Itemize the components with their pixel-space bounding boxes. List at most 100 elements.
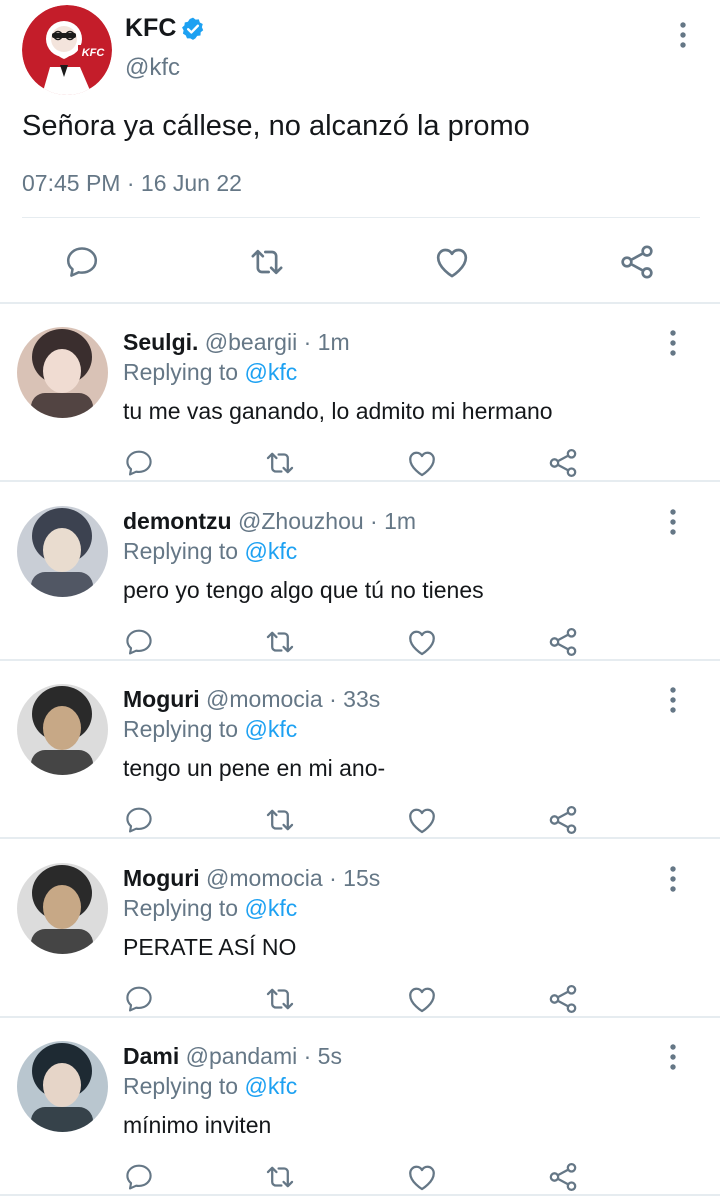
share-icon[interactable] (617, 240, 657, 284)
divider (22, 217, 700, 218)
avatar-photo (17, 505, 108, 597)
reply-text: PERATE ASÍ NO (123, 933, 297, 960)
replying-to-line: Replying to @kfc (123, 538, 297, 565)
reply-tweet[interactable]: Moguri @momocia · 33s Replying to @kfc t… (0, 661, 720, 839)
replying-to-label: Replying to (123, 716, 239, 742)
reply-author-name[interactable]: demontzu (123, 508, 232, 534)
replying-to-mention[interactable]: @kfc (244, 895, 297, 921)
more-options-icon[interactable] (660, 685, 686, 715)
reply-header: Dami @pandami · 5s (123, 1043, 342, 1070)
reply-time: 1m (317, 329, 350, 355)
avatar[interactable] (17, 327, 108, 418)
avatar[interactable] (17, 1041, 108, 1132)
reply-icon[interactable] (122, 982, 156, 1016)
retweet-icon[interactable] (263, 625, 297, 659)
reply-time: 15s (343, 864, 381, 891)
share-icon[interactable] (546, 803, 580, 837)
reply-author-name[interactable]: Seulgi. (123, 329, 198, 355)
reply-text: tengo un pene en mi ano- (123, 755, 386, 781)
more-options-icon[interactable] (660, 507, 686, 537)
meta-separator: · (303, 1043, 312, 1069)
kfc-logo-icon: KFC (22, 5, 112, 95)
more-options-icon[interactable] (660, 864, 686, 894)
replying-to-label: Replying to (123, 537, 239, 564)
retweet-icon[interactable] (263, 446, 297, 480)
meta-separator: · (329, 686, 337, 712)
meta-separator: · (126, 170, 135, 196)
reply-tweet[interactable]: Seulgi. @beargii · 1m Replying to @kfc t… (0, 304, 720, 482)
more-options-icon[interactable] (660, 1042, 686, 1072)
share-icon[interactable] (546, 446, 580, 480)
reply-author-handle[interactable]: @pandami (186, 1043, 298, 1069)
reply-icon[interactable] (122, 1160, 156, 1194)
replying-to-label: Replying to (123, 359, 239, 385)
reply-author-name[interactable]: Moguri (123, 686, 200, 712)
divider (0, 1194, 720, 1196)
retweet-icon[interactable] (247, 240, 287, 284)
retweet-icon[interactable] (263, 982, 297, 1016)
replying-to-mention[interactable]: @kfc (244, 1073, 297, 1099)
reply-author-handle[interactable]: @momocia (206, 686, 323, 712)
tweet-text: Señora ya cállese, no alcanzó la promo (22, 110, 530, 142)
retweet-icon[interactable] (263, 803, 297, 837)
reply-icon[interactable] (122, 625, 156, 659)
meta-separator: · (370, 507, 378, 534)
more-options-icon[interactable] (670, 20, 696, 50)
tweet-actions (0, 240, 720, 284)
like-icon[interactable] (405, 1160, 439, 1194)
reply-header: demontzu @Zhouzhou · 1m (123, 508, 416, 535)
avatar-photo (17, 684, 108, 775)
retweet-icon[interactable] (263, 1160, 297, 1194)
reply-text: tu me vas ganando, lo admito mi hermano (123, 398, 553, 424)
reply-tweet[interactable]: Moguri @momocia · 15s Replying to @kfc P… (0, 840, 720, 1018)
reply-text: pero yo tengo algo que tú no tienes (123, 576, 484, 603)
reply-icon[interactable] (62, 240, 102, 284)
share-icon[interactable] (546, 1160, 580, 1194)
replying-to-label: Replying to (123, 1073, 239, 1099)
replying-to-mention[interactable]: @kfc (244, 716, 297, 742)
tweet-timestamp: 07:45 PM · 16 Jun 22 (22, 170, 242, 197)
tweet-time: 07:45 PM (22, 170, 121, 196)
reply-author-handle[interactable]: @Zhouzhou (238, 508, 364, 534)
like-icon[interactable] (405, 982, 439, 1016)
like-icon[interactable] (405, 446, 439, 480)
verified-badge-icon (182, 17, 204, 40)
avatar[interactable] (17, 505, 108, 597)
replying-to-line: Replying to @kfc (123, 359, 297, 386)
reply-time: 5s (317, 1043, 342, 1069)
like-icon[interactable] (432, 240, 472, 284)
replying-to-mention[interactable]: @kfc (244, 359, 297, 385)
reply-icon[interactable] (122, 446, 156, 480)
reply-header: Moguri @momocia · 15s (123, 865, 380, 892)
author-handle[interactable]: @kfc (125, 54, 180, 82)
author-name-row: KFC (125, 14, 206, 43)
reply-header: Seulgi. @beargii · 1m (123, 329, 350, 356)
share-icon[interactable] (546, 625, 580, 659)
reply-author-handle[interactable]: @momocia (206, 865, 323, 891)
reply-author-name[interactable]: Moguri (123, 865, 200, 891)
avatar[interactable] (17, 862, 108, 954)
tweet-date: 16 Jun 22 (140, 170, 242, 196)
like-icon[interactable] (405, 803, 439, 837)
reply-text: mínimo inviten (123, 1112, 272, 1138)
reply-tweet[interactable]: Dami @pandami · 5s Replying to @kfc míni… (0, 1018, 720, 1196)
meta-separator: · (329, 864, 337, 891)
svg-text:KFC: KFC (82, 47, 106, 59)
reply-author-name[interactable]: Dami (123, 1043, 179, 1069)
like-icon[interactable] (405, 625, 439, 659)
avatar-photo (17, 327, 108, 418)
more-options-icon[interactable] (660, 328, 686, 358)
reply-icon[interactable] (122, 803, 156, 837)
replying-to-label: Replying to (123, 894, 239, 921)
avatar[interactable] (17, 684, 108, 775)
kfc-avatar[interactable]: KFC (22, 5, 112, 95)
avatar-photo (17, 1041, 108, 1132)
avatar-photo (17, 862, 108, 954)
reply-tweet[interactable]: demontzu @Zhouzhou · 1m Replying to @kfc… (0, 483, 720, 661)
author-name[interactable]: KFC (125, 14, 176, 43)
share-icon[interactable] (546, 982, 580, 1016)
reply-author-handle[interactable]: @beargii (205, 329, 297, 355)
replying-to-line: Replying to @kfc (123, 1073, 297, 1100)
replying-to-mention[interactable]: @kfc (244, 538, 297, 564)
main-tweet: KFC KFC @kfc Señora ya cállese, no alcan… (0, 0, 720, 304)
